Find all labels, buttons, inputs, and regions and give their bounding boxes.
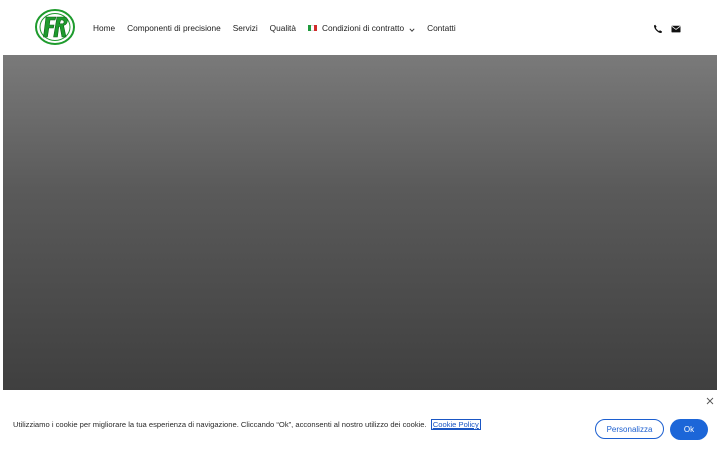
phone-icon[interactable] [653, 21, 663, 34]
nav-item-label: Condizioni di contratto [321, 22, 405, 33]
close-icon[interactable] [706, 392, 714, 405]
nav-item-qualita[interactable]: Qualità [270, 23, 296, 33]
cookie-policy-link[interactable]: Cookie Policy [430, 419, 481, 430]
company-logo[interactable] [34, 8, 76, 46]
nav-item-label: Qualità [269, 22, 296, 33]
customize-button[interactable]: Personalizza [595, 419, 664, 439]
nav-item-contatti[interactable]: Contatti [427, 23, 456, 33]
cookie-consent-bar: Utilizziamo i cookie per migliorare la t… [3, 390, 717, 450]
main-navigation: Home Componenti di precisione Servizi Qu… [93, 0, 468, 55]
nav-item-servizi[interactable]: Servizi [233, 23, 258, 33]
nav-item-label: Contatti [427, 22, 456, 33]
ok-button[interactable]: Ok [670, 419, 708, 440]
cookie-message-text: Utilizziamo i cookie per migliorare la t… [13, 420, 427, 429]
envelope-icon[interactable] [671, 21, 681, 33]
site-header: Home Componenti di precisione Servizi Qu… [0, 0, 720, 55]
italy-flag-icon [307, 24, 317, 31]
chevron-down-icon [409, 25, 415, 32]
nav-item-componenti-di-precisione[interactable]: Componenti di precisione [127, 23, 221, 33]
nav-item-label: Servizi [232, 22, 258, 33]
nav-item-label: Home [93, 22, 116, 33]
nav-item-home[interactable]: Home [93, 23, 115, 33]
hero-banner [3, 55, 717, 391]
nav-item-label: Componenti di precisione [127, 22, 221, 33]
header-contact-icons [653, 21, 689, 34]
cookie-message: Utilizziamo i cookie per migliorare la t… [13, 419, 481, 430]
nav-item-condizioni-di-contratto[interactable]: Condizioni di contratto [307, 22, 415, 33]
